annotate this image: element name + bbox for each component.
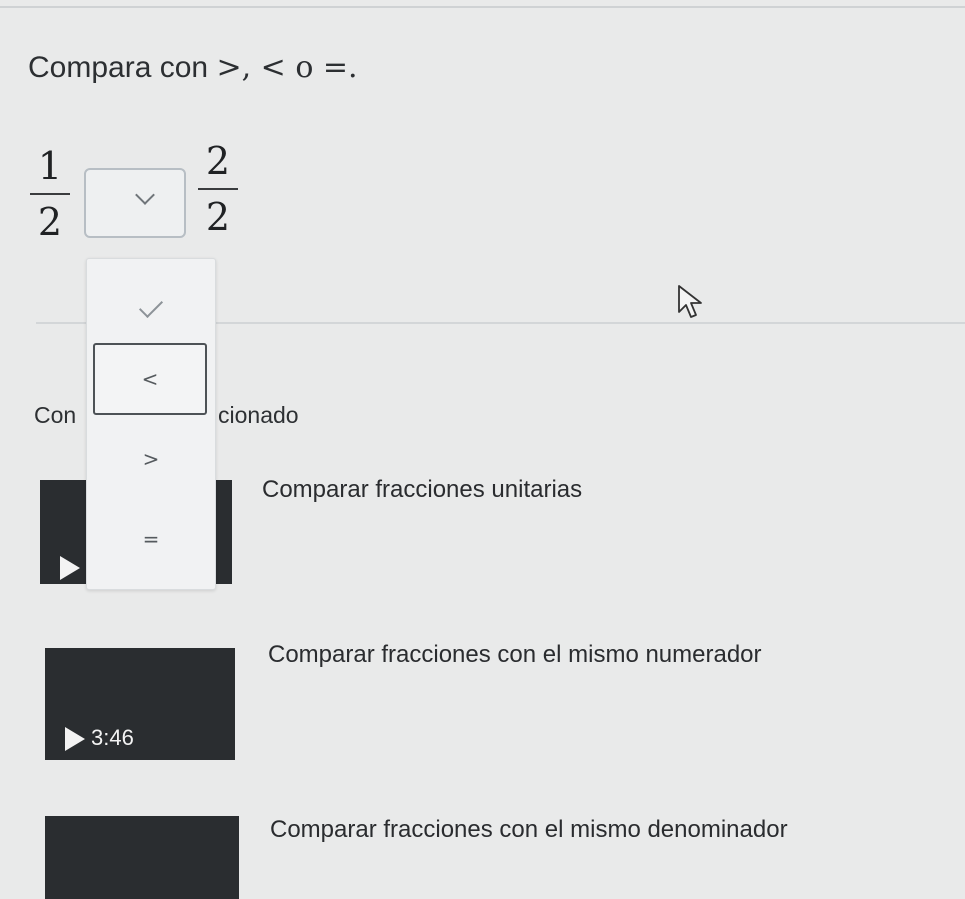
status-text-left: Con bbox=[34, 402, 77, 428]
play-icon bbox=[60, 556, 80, 580]
comparison-dropdown-menu: < > = bbox=[86, 258, 216, 590]
option-less-than[interactable]: < bbox=[93, 343, 207, 415]
status-text-right: cionado bbox=[218, 402, 299, 428]
question-text: Compara con bbox=[28, 51, 217, 84]
left-fraction: 1 2 bbox=[28, 145, 72, 243]
cursor-icon bbox=[678, 285, 702, 318]
right-numerator: 2 bbox=[205, 139, 231, 183]
video-duration: 3:46 bbox=[91, 725, 134, 750]
video-thumbnail[interactable] bbox=[45, 816, 239, 899]
left-denominator: 2 bbox=[37, 200, 63, 244]
top-divider bbox=[0, 0, 965, 8]
video-title[interactable]: Comparar fracciones unitarias bbox=[262, 476, 582, 504]
right-fraction: 2 2 bbox=[196, 140, 240, 238]
option-equal[interactable]: = bbox=[87, 527, 215, 551]
right-denominator: 2 bbox=[205, 195, 231, 239]
video-title[interactable]: Comparar fracciones con el mismo numerad… bbox=[268, 641, 762, 669]
video-thumbnail[interactable]: 3:46 bbox=[45, 648, 235, 760]
check-icon bbox=[138, 293, 164, 319]
play-icon bbox=[65, 727, 85, 751]
selected-option-marker[interactable] bbox=[87, 293, 215, 322]
left-numerator: 1 bbox=[37, 144, 63, 188]
left-fraction-bar bbox=[30, 193, 70, 195]
right-fraction-bar bbox=[198, 188, 238, 190]
chevron-down-icon bbox=[135, 185, 155, 205]
comparison-select[interactable] bbox=[84, 168, 186, 238]
question-prompt: Compara con >, < o =. bbox=[28, 50, 358, 85]
option-greater-than[interactable]: > bbox=[87, 447, 215, 471]
video-title[interactable]: Comparar fracciones con el mismo denomin… bbox=[270, 816, 788, 844]
question-symbols: >, < o =. bbox=[216, 50, 358, 85]
